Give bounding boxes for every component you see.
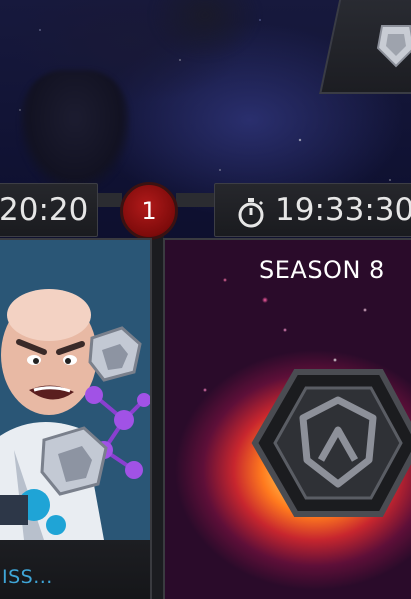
league-shield-icon [251, 369, 411, 517]
season-title: SEASON 8 [259, 256, 385, 284]
notification-count: 1 [141, 197, 157, 225]
right-timer-text: 19:33:30 [275, 192, 411, 228]
connector-bar [98, 193, 122, 207]
left-timer: 20:20 [0, 183, 98, 237]
left-card-caption: ISS... [2, 566, 53, 588]
left-timer-text: 20:20 [0, 192, 89, 228]
left-event-card[interactable]: ISS... [0, 238, 152, 599]
event-screen: 20:20 19:33:30 1 ISS... SEASON 8 [0, 0, 411, 599]
background-shape [150, 0, 260, 60]
background-silhouette [20, 70, 130, 190]
right-timer: 19:33:30 [214, 183, 411, 237]
game-mode-icon [376, 25, 411, 68]
stopwatch-icon [238, 198, 264, 228]
connector-bar [176, 193, 216, 207]
notification-badge[interactable]: 1 [120, 182, 178, 240]
character-portrait [0, 240, 150, 540]
right-event-card[interactable]: SEASON 8 [163, 238, 411, 599]
